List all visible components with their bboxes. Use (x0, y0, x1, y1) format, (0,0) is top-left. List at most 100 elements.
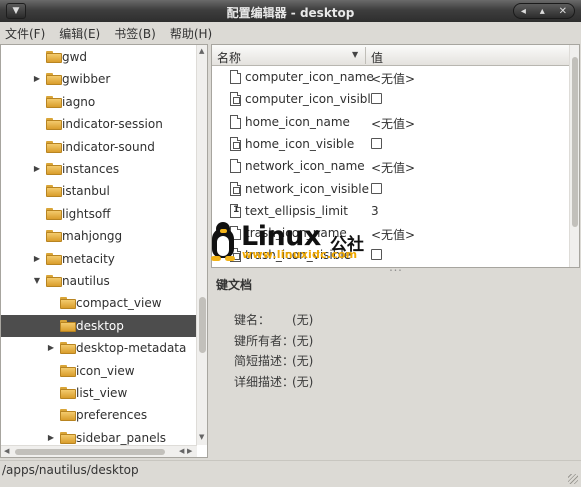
folder-icon (60, 319, 76, 332)
tree-item-label: sidebar_panels (76, 430, 167, 445)
current-path: /apps/nautilus/desktop (2, 463, 139, 477)
string-key-icon (230, 70, 241, 84)
tree-item-label: instances (62, 162, 120, 176)
column-separator[interactable] (365, 47, 366, 64)
expander-closed-icon[interactable]: ▶ (32, 254, 42, 263)
folder-icon (46, 185, 62, 198)
tree-item-metacity[interactable]: ▶ metacity (1, 248, 197, 270)
scrollbar-thumb[interactable] (199, 297, 206, 353)
tree-item-gwd[interactable]: gwd (1, 46, 197, 68)
tree-item-istanbul[interactable]: istanbul (1, 180, 197, 202)
window-title: 配置编辑器 - desktop (226, 6, 355, 20)
key-value-checkbox[interactable] (371, 93, 382, 105)
key-row-network_icon_visible[interactable]: network_icon_visible (212, 178, 569, 200)
tree-item-label: gwd (62, 50, 88, 64)
scrollbar-thumb[interactable] (572, 57, 578, 227)
key-row-network_icon_name[interactable]: network_icon_name <无值> (212, 155, 569, 177)
keys-vertical-scrollbar[interactable] (569, 45, 579, 267)
minimize-icon[interactable]: ◂ (521, 6, 526, 17)
folder-icon (46, 163, 62, 175)
tree-item-label: lightsoff (62, 206, 111, 221)
key-value[interactable]: <无值> (371, 70, 415, 87)
scroll-right-icon[interactable]: ◀ (179, 447, 184, 455)
detail-label: 键名： (234, 313, 271, 327)
tree-item-label: iagno (62, 94, 96, 109)
boolean-key-icon (230, 181, 241, 196)
scroll-up-icon[interactable]: ▲ (199, 47, 204, 55)
tree-vertical-scrollbar[interactable]: ▲ ▼ (196, 45, 207, 445)
expander-closed-icon[interactable]: ▶ (46, 433, 56, 442)
key-row-computer_icon_visible[interactable]: computer_icon_visible (212, 88, 569, 110)
tree-item-label: icon_view (76, 363, 135, 378)
key-row-text_ellipsis_limit[interactable]: text_ellipsis_limit 3 (212, 200, 569, 222)
window-buttons: ◂ ▴ ✕ (513, 3, 575, 19)
scroll-left-icon[interactable]: ◀ (4, 447, 9, 455)
key-name: text_ellipsis_limit (245, 203, 348, 218)
key-row-home_icon_name[interactable]: home_icon_name <无值> (212, 111, 569, 133)
close-icon[interactable]: ✕ (559, 6, 567, 17)
tree-item-desktop-metadata[interactable]: ▶ desktop-metadata (1, 337, 197, 359)
value-column-header[interactable]: 值 (371, 49, 383, 66)
tree-item-instances[interactable]: ▶ instances (1, 158, 197, 180)
folder-icon (46, 207, 62, 220)
scroll-right-icon[interactable]: ▶ (187, 447, 192, 455)
sort-descending-icon: ▼ (352, 50, 359, 59)
detail-value: (无) (292, 354, 314, 368)
tree-item-iagno[interactable]: iagno (1, 91, 197, 113)
maximize-icon[interactable]: ▴ (540, 6, 545, 17)
tree-item-list_view[interactable]: list_view (1, 382, 197, 404)
tree-horizontal-scrollbar[interactable]: ◀ ◀ ▶ (1, 445, 197, 457)
expander-closed-icon[interactable]: ▶ (46, 343, 56, 352)
menu-help[interactable]: 帮助(H) (170, 25, 212, 42)
tree-item-label: istanbul (62, 184, 110, 199)
tree-item-indicator-session[interactable]: indicator-session (1, 113, 197, 135)
key-name: computer_icon_name (245, 70, 374, 84)
resize-grip-icon[interactable] (568, 474, 578, 484)
tree-item-icon_view[interactable]: icon_view (1, 360, 197, 382)
string-key-icon (230, 114, 241, 129)
scroll-down-icon[interactable]: ▼ (199, 433, 204, 441)
scrollbar-thumb[interactable] (15, 449, 165, 455)
detail-value: (无) (292, 374, 314, 389)
tree-item-label: desktop-metadata (76, 341, 187, 356)
folder-icon (46, 140, 62, 153)
key-name: home_icon_visible (245, 136, 355, 151)
tree-item-desktop[interactable]: desktop (1, 314, 197, 337)
tree-item-nautilus[interactable]: ▼ nautilus (1, 270, 197, 292)
tree-item-lightsoff[interactable]: lightsoff (1, 203, 197, 225)
key-value-checkbox[interactable] (371, 182, 382, 194)
key-value[interactable]: <无值> (371, 115, 415, 132)
folder-icon (46, 252, 62, 265)
name-column-header[interactable]: 名称 (217, 49, 241, 66)
expander-open-icon[interactable]: ▼ (32, 276, 42, 285)
tree-item-label: indicator-session (62, 117, 163, 132)
menu-file[interactable]: 文件(F) (5, 25, 45, 42)
tree-item-indicator-sound[interactable]: indicator-sound (1, 136, 197, 158)
folder-icon (46, 118, 62, 131)
tree-item-mahjongg[interactable]: mahjongg (1, 225, 197, 247)
column-header: 名称 ▼ 值 (212, 45, 569, 66)
boolean-key-icon (230, 136, 241, 151)
detail-label: 详细描述： (234, 374, 295, 389)
watermark-logo: Linux 公社 www.linuxidc.com (208, 221, 383, 266)
tree-item-preferences[interactable]: preferences (1, 404, 197, 426)
key-value[interactable]: <无值> (371, 159, 415, 176)
detail-value: (无) (292, 313, 314, 327)
tree-item-compact_view[interactable]: compact_view (1, 292, 197, 314)
expander-closed-icon[interactable]: ▶ (32, 74, 42, 83)
tree-item-gwibber[interactable]: ▶ gwibber (1, 68, 197, 90)
key-value-checkbox[interactable] (371, 137, 382, 149)
pane-resize-handle[interactable]: • • • (211, 268, 580, 274)
folder-icon (46, 275, 62, 287)
expander-closed-icon[interactable]: ▶ (32, 164, 42, 173)
folder-icon (60, 342, 76, 355)
folder-icon (46, 230, 62, 243)
directory-tree[interactable]: gwd ▶ gwibber iagno indicator-session indicat… (0, 44, 208, 458)
key-value[interactable]: 3 (371, 204, 379, 218)
detail-value: (无) (292, 333, 314, 348)
key-row-home_icon_visible[interactable]: home_icon_visible (212, 133, 569, 155)
key-row-computer_icon_name[interactable]: computer_icon_name <无值> (212, 66, 569, 88)
penguin-icon (208, 222, 238, 262)
menu-edit[interactable]: 编辑(E) (59, 25, 100, 42)
menu-bookmarks[interactable]: 书签(B) (114, 25, 156, 42)
